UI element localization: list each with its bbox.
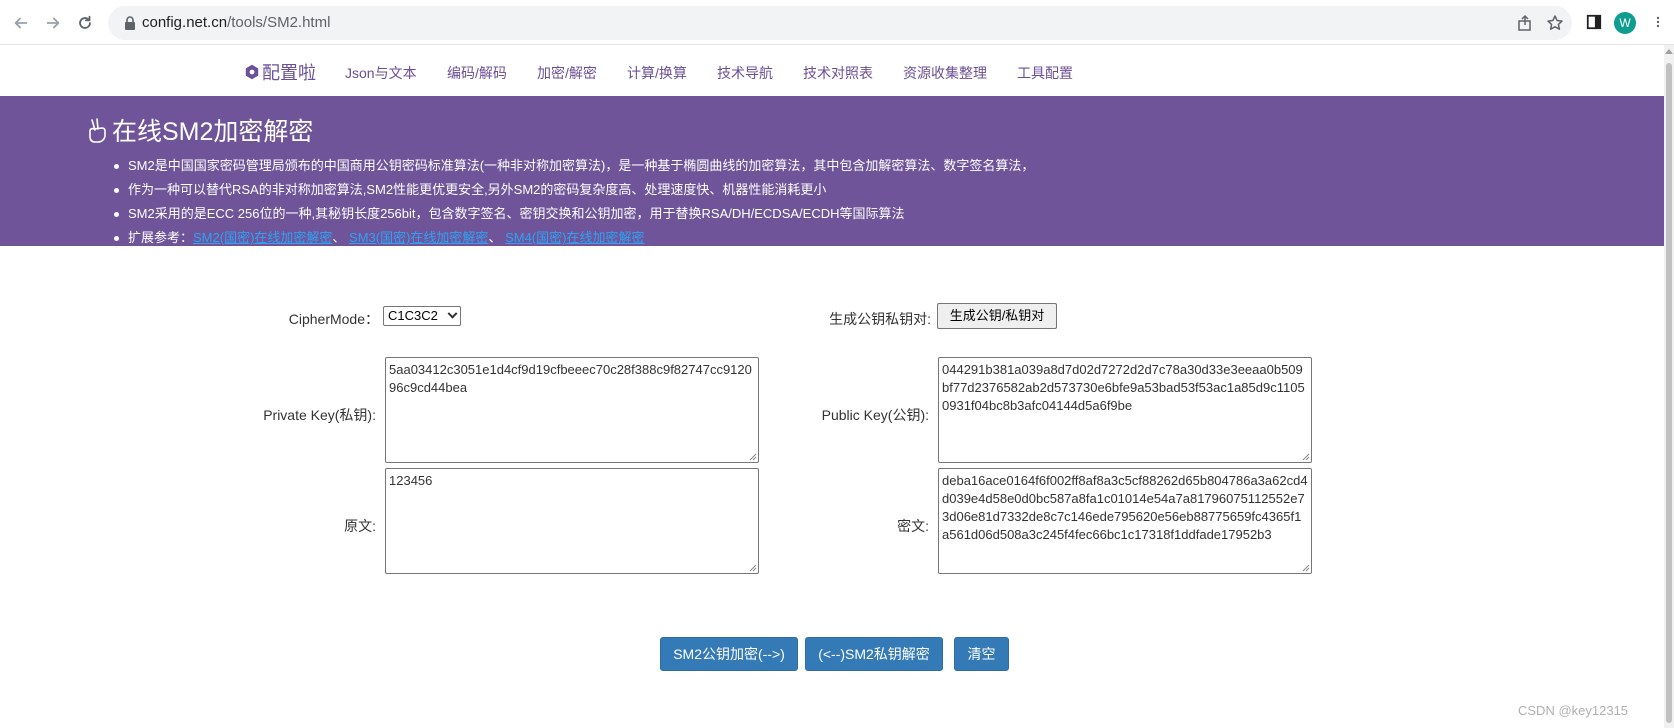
nav-tech-comparison[interactable]: 技术对照表 [803,63,873,83]
nav-encrypt-decrypt[interactable]: 加密/解密 [537,63,597,83]
keypair-label: 生成公钥私钥对: [829,311,931,327]
cipher-mode-select[interactable]: C1C3C2 [383,306,461,326]
forward-button[interactable] [40,10,66,36]
generate-keypair-button[interactable]: 生成公钥/私钥对 [937,303,1057,329]
nav-calculate-convert[interactable]: 计算/换算 [627,63,687,83]
resize-grip-icon[interactable] [1302,453,1310,461]
plaintext-text: 123456 [389,473,433,488]
site-navbar: 配置啦 Json与文本 编码/解码 加密/解密 计算/换算 技术导航 技术对照表… [0,46,1664,96]
url-domain: config.net.cn [142,14,228,31]
intro-item: 作为一种可以替代RSA的非对称加密算法,SM2性能更优更安全,另外SM2的密码复… [112,178,1034,202]
bookmark-star-icon[interactable] [1546,14,1564,32]
page-scrollbar[interactable] [1664,45,1674,728]
nav-tool-config[interactable]: 工具配置 [1017,63,1073,83]
intro-list: SM2是中国国家密码管理局颁布的中国商用公钥密码标准算法(一种非对称加密算法)，… [112,154,1034,250]
side-panel-icon [1586,14,1602,30]
ciphertext-text: deba16ace0164f6f002ff8af8a3c5cf88262d65b… [942,473,1308,542]
resize-grip-icon[interactable] [749,564,757,572]
link-sm4[interactable]: SM4(国密)在线加密解密 [505,230,644,245]
intro-item: SM2采用的是ECC 256位的一种,其秘钥长度256bit，包含数字签名、密钥… [112,202,1034,226]
site-brand[interactable]: 配置啦 [244,59,316,85]
sm2-decrypt-button[interactable]: (<--)SM2私钥解密 [805,637,943,671]
intro-item-extensions: 扩展参考：SM2(国密)在线加密解密、 SM3(国密)在线加密解密、 SM4(国… [112,226,1034,250]
private-key-label: Private Key(私钥): [263,407,376,423]
browser-toolbar: config.net.cn/tools/SM2.html W [0,0,1674,45]
reload-button[interactable] [72,10,98,36]
gear-icon [245,64,259,80]
public-key-label: Public Key(公钥): [821,407,929,423]
back-button[interactable] [8,10,34,36]
hero-banner: 在线SM2加密解密 SM2是中国国家密码管理局颁布的中国商用公钥密码标准算法(一… [0,96,1664,246]
public-key-field[interactable]: 044291b381a039a8d7d02d7272d2d7c78a30d33e… [938,357,1312,463]
plaintext-label: 原文: [344,518,376,534]
more-vertical-icon [1656,16,1660,28]
sm2-encrypt-button[interactable]: SM2公钥加密(-->) [660,637,798,671]
public-key-text: 044291b381a039a8d7d02d7272d2d7c78a30d33e… [942,362,1305,413]
link-sm3[interactable]: SM3(国密)在线加密解密 [349,230,488,245]
resize-grip-icon[interactable] [1302,564,1310,572]
reload-icon [79,15,91,29]
nav-encode-decode[interactable]: 编码/解码 [447,63,507,83]
watermark: CSDN @key12315 [1518,703,1629,718]
ciphertext-label: 密文: [897,518,929,534]
ciphertext-field[interactable]: deba16ace0164f6f002ff8af8a3c5cf88262d65b… [938,468,1312,574]
clear-button[interactable]: 清空 [954,637,1009,671]
link-separator: 、 [488,230,502,245]
plaintext-field[interactable]: 123456 [385,468,759,574]
side-panel-button[interactable] [1584,12,1604,32]
arrow-right-icon [46,17,60,29]
chevron-down-icon [447,308,458,319]
brand-label: 配置啦 [262,63,316,83]
victory-hand-icon [89,118,106,143]
scroll-thumb[interactable] [1666,63,1672,723]
url-path: /tools/SM2.html [227,14,331,31]
private-key-text: 5aa03412c3051e1d4cf9d19cfbeeec70c28f388c… [389,362,752,395]
lock-icon [125,16,135,30]
scroll-up-icon[interactable] [1665,49,1673,54]
resize-grip-icon[interactable] [749,453,757,461]
link-separator: 、 [332,230,346,245]
profile-avatar[interactable]: W [1614,12,1636,34]
link-sm2[interactable]: SM2(国密)在线加密解密 [193,230,332,245]
nav-json-text[interactable]: Json与文本 [345,63,417,83]
url-text[interactable]: config.net.cn/tools/SM2.html [142,14,330,31]
intro-item: SM2是中国国家密码管理局颁布的中国商用公钥密码标准算法(一种非对称加密算法)，… [112,154,1034,178]
browser-menu-button[interactable] [1648,12,1668,32]
page-title-text: 在线SM2加密解密 [112,118,314,146]
share-icon[interactable] [1516,14,1534,32]
extension-label: 扩展参考： [128,230,194,245]
arrow-left-icon [14,17,28,29]
cipher-mode-value: C1C3C2 [388,308,438,323]
address-bar[interactable]: config.net.cn/tools/SM2.html [108,6,1572,40]
nav-tech-navigation[interactable]: 技术导航 [717,63,773,83]
private-key-field[interactable]: 5aa03412c3051e1d4cf9d19cfbeeec70c28f388c… [385,357,759,463]
cipher-mode-label: CipherMode： [288,311,379,327]
nav-resources[interactable]: 资源收集整理 [903,63,987,83]
page-title: 在线SM2加密解密 [86,112,313,148]
